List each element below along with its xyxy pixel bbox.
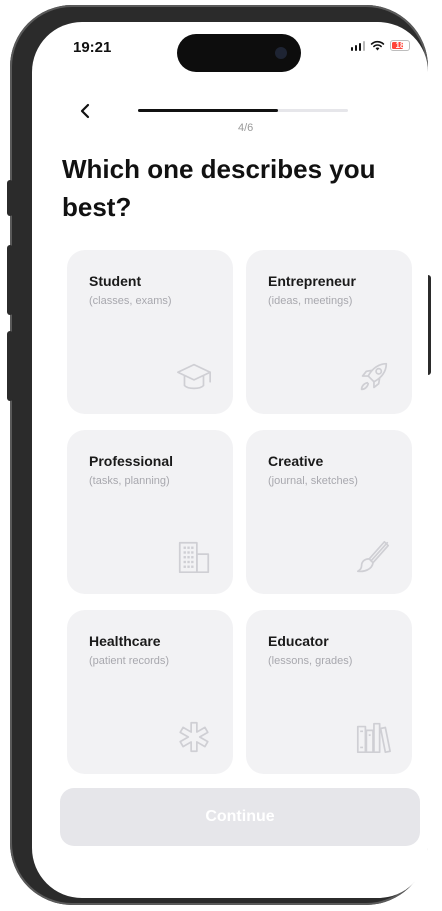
status-time: 19:21 — [73, 39, 112, 56]
option-title: Professional — [89, 453, 174, 469]
graduation-cap-icon — [175, 358, 213, 396]
continue-button[interactable]: Continue — [60, 788, 420, 846]
camera-icon — [275, 47, 287, 59]
option-card-healthcare[interactable]: Healthcare (patient records) — [67, 610, 233, 774]
option-title: Entrepreneur — [268, 273, 356, 289]
chevron-left-icon — [80, 103, 90, 119]
phone-frame: 19:21 18 4/6 Which one describes you bes… — [7, 5, 431, 905]
back-button[interactable] — [72, 98, 98, 124]
rocket-icon — [354, 358, 392, 396]
signal-icon — [350, 40, 365, 51]
option-subtitle: (classes, exams) — [89, 295, 172, 307]
option-title: Healthcare — [89, 633, 161, 649]
option-card-professional[interactable]: Professional (tasks, planning) — [67, 430, 233, 594]
option-subtitle: (ideas, meetings) — [268, 295, 353, 307]
option-title: Student — [89, 273, 142, 289]
option-card-entrepreneur[interactable]: Entrepreneur (ideas, meetings) — [246, 250, 412, 414]
wifi-icon — [370, 40, 385, 51]
books-icon — [354, 718, 392, 756]
option-title: Educator — [268, 633, 329, 649]
option-subtitle: (tasks, planning) — [89, 475, 170, 487]
volume-up-button — [7, 245, 13, 315]
option-subtitle: (journal, sketches) — [268, 475, 358, 487]
option-card-educator[interactable]: Educator (lessons, grades) — [246, 610, 412, 774]
progress-bar — [138, 109, 348, 112]
option-title: Creative — [268, 453, 324, 469]
app-screen: 19:21 18 4/6 Which one describes you bes… — [32, 22, 428, 898]
action-button — [7, 180, 13, 216]
page-title: Which one describes you best? — [62, 154, 376, 222]
status-icons: 18 — [350, 40, 410, 51]
battery-icon: 18 — [390, 40, 410, 51]
option-card-creative[interactable]: Creative (journal, sketches) — [246, 430, 412, 594]
dynamic-island — [177, 34, 301, 72]
progress-fill — [138, 109, 278, 112]
option-subtitle: (patient records) — [89, 655, 170, 667]
option-subtitle: (lessons, grades) — [268, 655, 353, 667]
paintbrush-icon — [354, 538, 392, 576]
volume-down-button — [7, 331, 13, 401]
battery-percent: 18 — [395, 40, 405, 50]
option-card-student[interactable]: Student (classes, exams) — [67, 250, 233, 414]
building-icon — [175, 538, 213, 576]
step-indicator: 4/6 — [238, 122, 254, 134]
medical-asterisk-icon — [175, 718, 213, 756]
